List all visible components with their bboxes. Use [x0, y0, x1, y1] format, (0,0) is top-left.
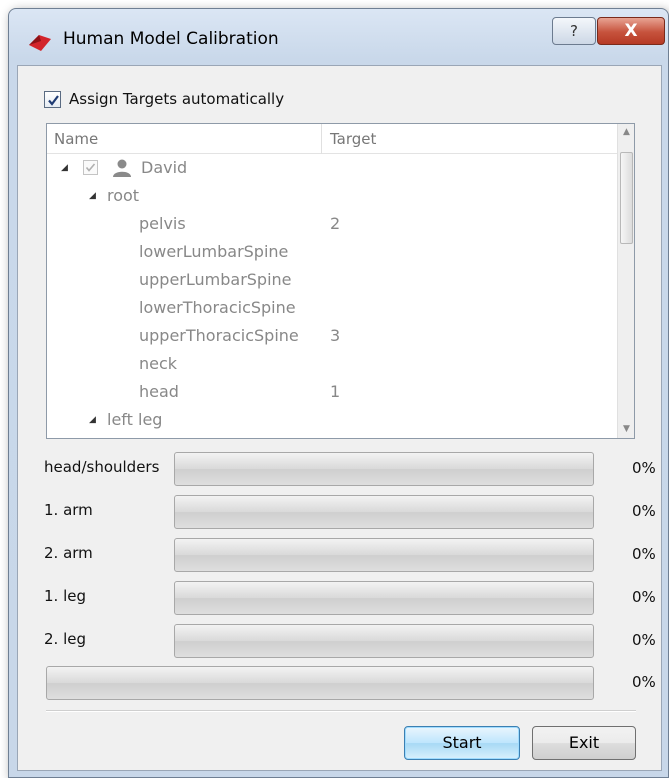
tree-item-label: upperLumbarSpine	[139, 270, 292, 289]
progress-bar	[174, 624, 594, 658]
tree-body: ◢ David ◢ root pelvis 2 lowerLumbarSpine…	[47, 155, 619, 438]
tree-item-lower-thoracic-spine[interactable]: lowerThoracicSpine	[47, 295, 619, 321]
progress-label: 1. arm	[44, 501, 93, 519]
start-button[interactable]: Start	[404, 726, 520, 760]
checkmark-icon	[48, 94, 59, 106]
tree-header: Name Target	[47, 124, 619, 154]
divider	[46, 710, 636, 712]
tree-item-upper-lumbar-spine[interactable]: upperLumbarSpine	[47, 267, 619, 293]
progress-percent: 0%	[632, 588, 656, 606]
close-button[interactable]: X	[597, 17, 665, 45]
tree-item-target: 1	[330, 382, 341, 401]
progress-label: head/shoulders	[44, 458, 160, 476]
scroll-down-arrow-icon[interactable]: ▼	[618, 421, 634, 438]
assign-targets-checkbox[interactable]	[44, 90, 61, 108]
assign-targets-row[interactable]: Assign Targets automatically	[44, 88, 284, 110]
tree-item-upper-thoracic-spine[interactable]: upperThoracicSpine 3	[47, 323, 619, 349]
tree-item-target: 2	[330, 214, 341, 233]
progress-percent: 0%	[632, 459, 656, 477]
progress-row-total: 0%	[44, 666, 656, 700]
progress-percent: 0%	[632, 673, 656, 691]
tree-item-left-leg[interactable]: ◢ left leg	[47, 407, 619, 433]
exit-button[interactable]: Exit	[532, 726, 636, 760]
expand-triangle-icon[interactable]: ◢	[61, 155, 68, 181]
tree-item-target: 3	[330, 326, 341, 345]
tree-item-label: left leg	[107, 410, 163, 429]
assign-targets-label: Assign Targets automatically	[69, 90, 285, 108]
window-title: Human Model Calibration	[63, 29, 279, 49]
person-icon	[113, 159, 131, 177]
progress-bar	[174, 452, 594, 486]
progress-bar	[174, 495, 594, 529]
tree-item-root[interactable]: ◢ root	[47, 183, 619, 209]
expand-triangle-icon[interactable]: ◢	[89, 183, 96, 209]
scrollbar-thumb[interactable]	[620, 152, 633, 244]
tree-item-label: neck	[139, 354, 178, 373]
progress-label: 2. leg	[44, 630, 86, 648]
progress-label: 2. arm	[44, 544, 93, 562]
tree-item-david[interactable]: ◢ David	[47, 155, 619, 181]
progress-percent: 0%	[632, 631, 656, 649]
progress-percent: 0%	[632, 502, 656, 520]
progress-percent: 0%	[632, 545, 656, 563]
total-progress-bar	[46, 666, 594, 700]
progress-row-leg-2: 2. leg 0%	[44, 624, 656, 658]
tree-item-neck[interactable]: neck	[47, 351, 619, 377]
checkmark-icon	[85, 163, 96, 172]
tree-item-label: David	[141, 158, 188, 177]
tree-item-pelvis[interactable]: pelvis 2	[47, 211, 619, 237]
tree-item-label: root	[107, 186, 140, 205]
expand-triangle-icon[interactable]: ◢	[89, 407, 96, 433]
column-header-target[interactable]: Target	[330, 130, 376, 148]
progress-bar	[174, 581, 594, 615]
tree-item-label: lowerLumbarSpine	[139, 242, 289, 261]
app-logo-icon	[29, 35, 51, 51]
progress-bar	[174, 538, 594, 572]
tree-item-head[interactable]: head 1	[47, 379, 619, 405]
tree-item-label: pelvis	[139, 214, 186, 233]
column-separator[interactable]	[321, 124, 322, 154]
tree-item-label: lowerThoracicSpine	[139, 298, 296, 317]
progress-label: 1. leg	[44, 587, 86, 605]
calibration-dialog: Human Model Calibration ? X Assign Targe…	[8, 8, 669, 778]
tree-item-lower-lumbar-spine[interactable]: lowerLumbarSpine	[47, 239, 619, 265]
progress-row-leg-1: 1. leg 0%	[44, 581, 656, 615]
progress-row-head-shoulders: head/shoulders 0%	[44, 452, 656, 486]
progress-row-arm-1: 1. arm 0%	[44, 495, 656, 529]
progress-row-arm-2: 2. arm 0%	[44, 538, 656, 572]
tree-scrollbar[interactable]: ▲ ▼	[617, 124, 634, 438]
scroll-up-arrow-icon[interactable]: ▲	[618, 124, 634, 141]
tree-item-label: upperThoracicSpine	[139, 326, 299, 345]
dialog-body: Assign Targets automatically Name Target…	[17, 65, 662, 771]
title-bar[interactable]: Human Model Calibration ? X	[9, 9, 668, 65]
david-checkbox[interactable]	[83, 160, 98, 175]
skeleton-tree[interactable]: Name Target ◢ David ◢ root pelvis 2 lowe…	[46, 123, 635, 439]
column-header-name[interactable]: Name	[54, 130, 324, 148]
help-button[interactable]: ?	[552, 17, 596, 45]
tree-item-label: head	[139, 382, 179, 401]
